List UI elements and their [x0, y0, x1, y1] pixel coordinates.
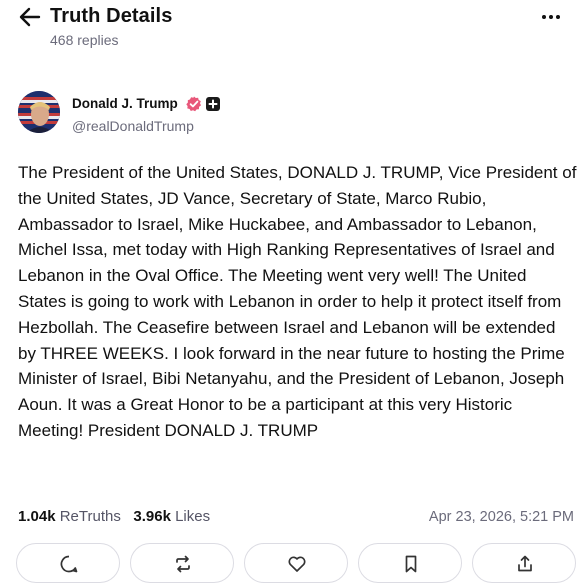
retruth-button[interactable] — [130, 543, 234, 583]
bookmark-button[interactable] — [358, 543, 462, 583]
share-icon — [518, 555, 532, 572]
reply-icon — [60, 555, 78, 573]
back-button[interactable] — [18, 6, 42, 28]
author-handle[interactable]: @realDonaldTrump — [72, 118, 194, 134]
page-title: Truth Details — [50, 5, 173, 27]
avatar[interactable] — [18, 91, 60, 133]
avatar-image — [18, 91, 60, 133]
replies-count: 468 replies — [50, 32, 119, 48]
action-bar — [16, 543, 576, 585]
post-body: The President of the United States, DONA… — [18, 163, 577, 440]
verified-badge-icon — [186, 96, 202, 112]
likes-count[interactable]: 3.96k — [133, 508, 171, 525]
author-name[interactable]: Donald J. Trump — [72, 96, 178, 111]
likes-label[interactable]: Likes — [175, 508, 210, 525]
header: Truth Details 468 replies — [0, 0, 582, 60]
retruths-count[interactable]: 1.04k — [18, 508, 56, 525]
reply-button[interactable] — [16, 543, 120, 583]
share-button[interactable] — [472, 543, 576, 583]
retruths-label[interactable]: ReTruths — [60, 508, 121, 525]
more-dots-icon — [542, 15, 560, 19]
bookmark-icon — [405, 555, 417, 573]
post-timestamp: Apr 23, 2026, 5:21 PM — [428, 509, 574, 525]
more-options-button[interactable] — [540, 10, 562, 24]
arrow-left-icon — [19, 7, 41, 27]
post-stats: 1.04k ReTruths 3.96k Likes — [18, 508, 210, 525]
like-button[interactable] — [244, 543, 348, 583]
retruth-icon — [176, 555, 190, 573]
like-icon — [288, 556, 306, 572]
plus-badge-icon — [206, 97, 220, 111]
